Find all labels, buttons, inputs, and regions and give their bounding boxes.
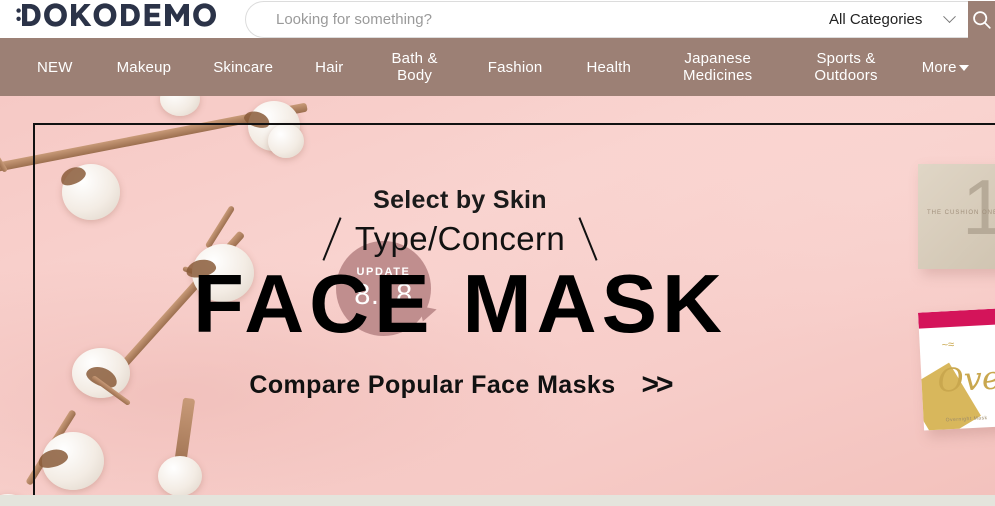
nav-item-health[interactable]: Health	[586, 59, 631, 76]
nav-item-more[interactable]: More	[922, 59, 969, 76]
nav-item-bath-body[interactable]: Bath & Body	[391, 50, 437, 84]
search-bar: All Categories	[245, 1, 995, 38]
banner-headline: FACE MASK	[193, 257, 727, 350]
nav-item-makeup[interactable]: Makeup	[117, 59, 172, 76]
slash-right-decoration	[578, 217, 598, 261]
banner-cta[interactable]: Compare Popular Face Masks >>	[0, 368, 920, 402]
nav-item-more-label: More	[921, 58, 957, 76]
nav-item-skincare[interactable]: Skincare	[213, 59, 273, 76]
caret-down-icon	[958, 65, 969, 71]
banner-cta-label: Compare Popular Face Masks	[249, 370, 616, 399]
category-select-label: All Categories	[829, 11, 923, 28]
category-select[interactable]: All Categories	[813, 1, 968, 38]
product-box-one-number: 1	[962, 164, 995, 251]
banner-subhead-row: Type/Concern	[0, 216, 920, 262]
product-box-two[interactable]: ~≈ Ove Overnight Mask	[917, 307, 995, 431]
product-box-two-script: Ove	[936, 358, 995, 400]
search-button[interactable]	[968, 1, 995, 38]
site-header: All Categories	[0, 0, 995, 38]
chevron-down-icon	[943, 10, 956, 24]
double-chevron-right-icon: >>	[641, 368, 674, 401]
slash-left-decoration	[322, 217, 342, 261]
search-input[interactable]	[245, 1, 813, 38]
nav-item-new[interactable]: NEW	[37, 59, 73, 76]
banner-subhead: Type/Concern	[354, 220, 566, 257]
product-box-two-caption: Overnight Mask	[945, 415, 988, 424]
eyelash-icon: ~≈	[941, 338, 955, 352]
product-box-one-caption: THE CUSHION ONE	[927, 210, 995, 216]
search-icon	[973, 11, 991, 29]
dokodemo-logo[interactable]	[16, 2, 216, 30]
product-box-one[interactable]: 1 THE CUSHION ONE	[918, 164, 995, 269]
nav-item-sports-outdoors[interactable]: Sports & Outdoors	[814, 50, 877, 84]
nav-item-fashion[interactable]: Fashion	[488, 59, 543, 76]
main-navigation: NEW Makeup Skincare Hair Bath & Body Fas…	[0, 38, 995, 96]
nav-item-japanese-medicines[interactable]: Japanese Medicines	[683, 50, 752, 84]
page-bottom-strip	[0, 495, 995, 506]
nav-item-hair[interactable]: Hair	[315, 59, 343, 76]
hero-banner[interactable]: UPDATE 8.18 Select by Skin Type/Concern …	[0, 96, 995, 495]
banner-kicker: Select by Skin	[373, 186, 547, 214]
page-root: All Categories NEW Makeup Skincare Hair …	[0, 0, 995, 506]
